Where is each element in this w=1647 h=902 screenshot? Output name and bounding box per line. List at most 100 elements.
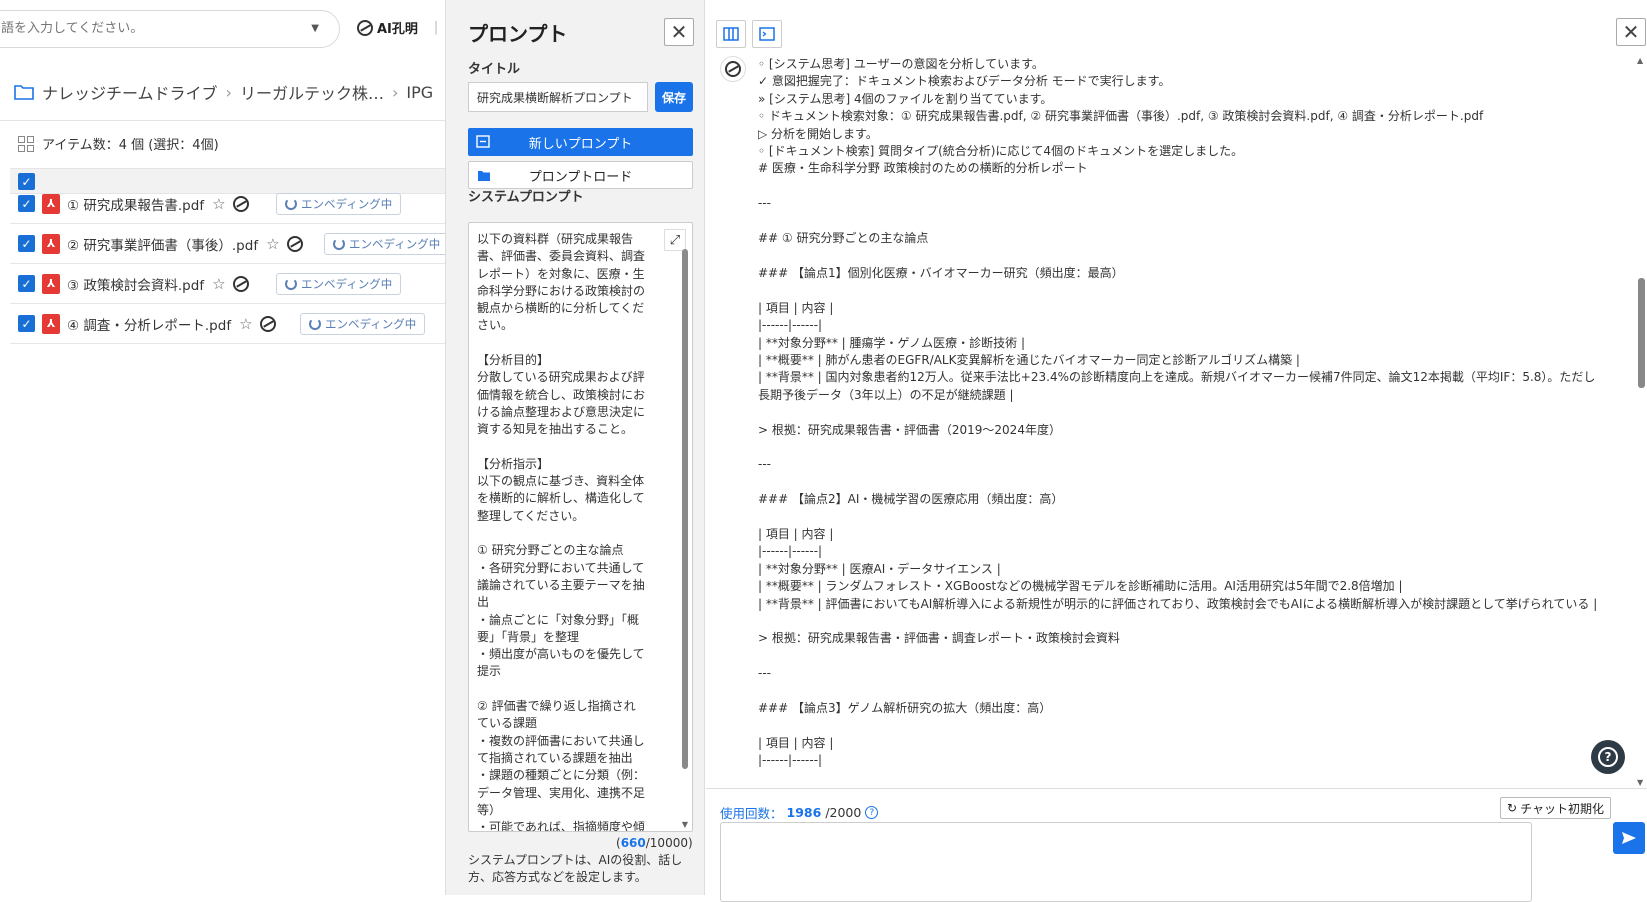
loading-spinner-icon (285, 278, 297, 290)
save-button[interactable]: 保存 (655, 82, 693, 112)
embedding-status-badge: エンベディング中 (300, 313, 426, 335)
title-label: タイトル (468, 62, 521, 77)
ai-response-message: ◦ [システム思考] ユーザーの意図を分析しています。 ✓ 意図把握完了：ドキュ… (758, 57, 1598, 768)
scrollbar-thumb[interactable] (1638, 278, 1645, 388)
file-checkbox[interactable] (18, 235, 35, 252)
search-bar[interactable]: ▼ (0, 10, 340, 48)
columns-icon (723, 27, 739, 41)
send-button[interactable] (1613, 822, 1645, 854)
pdf-icon: ⅄ (42, 233, 60, 254)
ai-logo-icon[interactable] (259, 315, 276, 332)
character-max: /10000) (645, 836, 693, 850)
file-row[interactable]: ⅄ ② 研究事業評価書（事後）.pdf ☆ エンベディング中 (10, 224, 445, 264)
breadcrumb-item[interactable]: リーガルテック株… (240, 80, 384, 104)
embedding-status-badge: エンベディング中 (276, 193, 402, 215)
star-icon[interactable]: ☆ (266, 235, 279, 253)
star-icon[interactable]: ☆ (212, 275, 225, 293)
scroll-up-arrow-icon[interactable]: ▲ (1637, 56, 1643, 65)
chat-input[interactable] (720, 822, 1532, 902)
item-count: アイテム数：4 個 (選択：4個) (42, 138, 219, 153)
scrollbar[interactable] (681, 249, 689, 824)
divider (0, 120, 445, 121)
pdf-icon: ⅄ (42, 273, 60, 294)
question-icon: ? (1598, 747, 1618, 767)
reset-chat-button[interactable]: ↻ チャット初期化 (1500, 797, 1611, 819)
system-prompt-textarea[interactable]: 以下の資料群（研究成果報告書、評価書、委員会資料、調査レポート）を対象に、医療・… (468, 222, 693, 832)
file-name[interactable]: ④ 調査・分析レポート.pdf (67, 314, 231, 334)
breadcrumb-item[interactable]: IPG (406, 83, 433, 102)
file-row[interactable]: ⅄ ④ 調査・分析レポート.pdf ☆ エンベディング中 (10, 304, 445, 344)
close-prompt-panel-button[interactable]: ✕ (664, 18, 694, 46)
new-document-icon (476, 135, 490, 148)
chevron-right-icon: › (391, 82, 399, 102)
file-name[interactable]: ① 研究成果報告書.pdf (67, 194, 204, 214)
search-input[interactable] (1, 21, 291, 36)
split-view-button[interactable] (716, 20, 746, 48)
loading-spinner-icon (285, 198, 297, 210)
breadcrumb-item[interactable]: ナレッジチームドライブ (42, 80, 218, 104)
breadcrumb: ナレッジチームドライブ › リーガルテック株… › IPG (14, 80, 433, 104)
file-row[interactable]: ⅄ ③ 政策検討会資料.pdf ☆ エンベディング中 (10, 264, 445, 304)
prompt-panel-title: プロンプト (468, 22, 568, 46)
scroll-down-arrow-icon[interactable]: ▼ (682, 820, 688, 829)
file-name[interactable]: ② 研究事業評価書（事後）.pdf (67, 234, 258, 254)
divider: | (433, 20, 439, 35)
star-icon[interactable]: ☆ (239, 315, 252, 333)
file-checkbox[interactable] (18, 315, 35, 332)
status-label: エンベディング中 (349, 237, 441, 251)
dropdown-caret-icon[interactable]: ▼ (311, 23, 319, 34)
folder-open-icon (478, 171, 490, 181)
expand-icon[interactable]: ⤢ (664, 229, 686, 251)
item-count-row: アイテム数：4 個 (選択：4個) (18, 134, 219, 153)
new-prompt-button[interactable]: 新しいプロンプト (468, 128, 693, 156)
ai-logo-icon[interactable] (232, 275, 249, 292)
status-label: エンベディング中 (325, 317, 417, 331)
chat-panel: ✕ ◦ [システム思考] ユーザーの意図を分析しています。 ✓ 意図把握完了：ド… (706, 0, 1647, 902)
embedding-status-badge: エンベディング中 (324, 233, 445, 255)
send-icon (1622, 832, 1636, 844)
scroll-down-arrow-icon[interactable]: ▼ (1637, 778, 1643, 787)
reset-chat-label: チャット初期化 (1520, 801, 1604, 816)
ai-logo-icon[interactable] (286, 235, 303, 252)
loading-spinner-icon (333, 238, 345, 250)
file-row[interactable]: ⅄ ① 研究成果報告書.pdf ☆ エンベディング中 (10, 184, 445, 224)
terminal-view-button[interactable] (752, 20, 782, 48)
refresh-icon: ↻ (1507, 801, 1518, 815)
usage-label: 使用回数： (720, 806, 783, 821)
help-circle-icon[interactable]: ? (865, 806, 879, 819)
star-icon[interactable]: ☆ (212, 195, 225, 213)
file-name[interactable]: ③ 政策検討会資料.pdf (67, 274, 204, 294)
prompt-title-input[interactable] (468, 82, 648, 112)
loading-spinner-icon (309, 318, 321, 330)
status-label: エンベディング中 (301, 277, 393, 291)
file-browser-panel: ▼ AI孔明 | ナレッジチームドライブ › リーガルテック株… › IPG ア… (0, 0, 445, 895)
terminal-icon (759, 27, 775, 41)
usage-counter: 使用回数： 1986 /2000 ? (720, 803, 879, 822)
ai-brand-label: AI孔明 (377, 22, 418, 37)
system-prompt-text[interactable]: 以下の資料群（研究成果報告書、評価書、委員会資料、調査レポート）を対象に、医療・… (477, 231, 645, 831)
file-checkbox[interactable] (18, 275, 35, 292)
file-checkbox[interactable] (18, 195, 35, 212)
help-button[interactable]: ? (1591, 740, 1625, 774)
folder-icon (14, 85, 34, 100)
load-prompt-button[interactable]: プロンプトロード (468, 161, 693, 189)
ai-logo-icon (357, 19, 373, 36)
ai-logo-icon (725, 61, 741, 77)
load-prompt-label: プロンプトロード (528, 169, 633, 185)
close-chat-panel-button[interactable]: ✕ (1616, 18, 1646, 46)
usage-count: 1986 (786, 805, 822, 820)
divider (706, 788, 1647, 789)
ai-brand[interactable]: AI孔明 | (354, 18, 438, 37)
scrollbar[interactable]: ▲ ▼ (1635, 52, 1647, 787)
grid-view-icon[interactable] (18, 135, 34, 152)
new-prompt-label: 新しいプロンプト (528, 136, 633, 152)
close-icon: ✕ (670, 20, 688, 44)
scrollbar-thumb[interactable] (682, 249, 688, 769)
prompt-panel: プロンプト ✕ タイトル 保存 新しいプロンプト プロンプトロード システムプロ… (445, 0, 705, 895)
ai-logo-icon[interactable] (232, 195, 249, 212)
ai-avatar (720, 56, 746, 82)
usage-max: /2000 (825, 805, 862, 820)
close-icon: ✕ (1622, 20, 1640, 44)
character-count: 660 (620, 836, 646, 850)
chevron-right-icon: › (225, 82, 232, 102)
